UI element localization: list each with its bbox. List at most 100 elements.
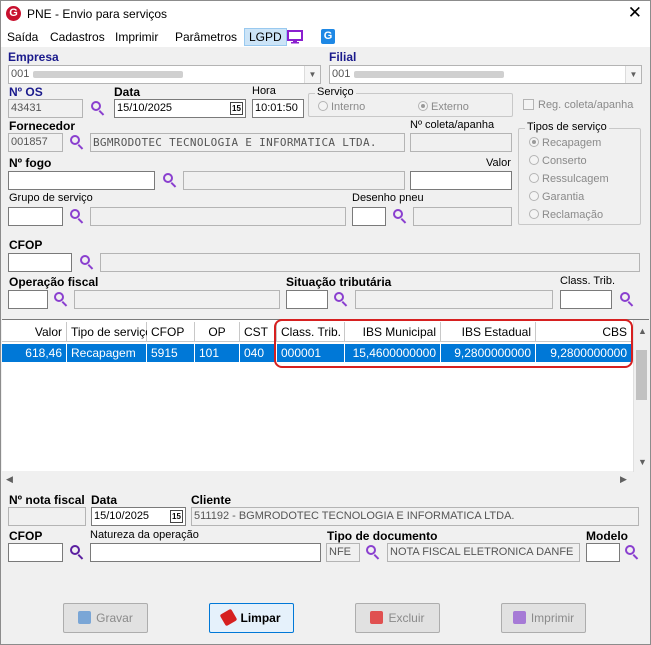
footer-data-field[interactable]: 15/10/2025 15 — [91, 507, 186, 526]
radio-recapagem[interactable]: Recapagem — [529, 137, 601, 149]
col-tipo-servico[interactable]: Tipo de serviço — [67, 322, 152, 342]
reg-coleta-checkbox[interactable]: Reg. coleta/apanha — [523, 99, 633, 111]
col-cfop[interactable]: CFOP — [147, 322, 195, 342]
cfop-field[interactable] — [8, 253, 72, 272]
search-icon[interactable] — [625, 545, 639, 560]
fornecedor-label: Fornecedor — [9, 119, 76, 133]
hora-field[interactable]: 10:01:50 — [252, 99, 304, 118]
search-icon[interactable] — [54, 292, 68, 307]
radio-conserto[interactable]: Conserto — [529, 155, 587, 167]
situacao-field[interactable] — [286, 290, 328, 309]
reg-coleta-label: Reg. coleta/apanha — [538, 99, 634, 111]
data-field[interactable]: 15/10/2025 15 — [114, 99, 246, 118]
tipodoc-code[interactable]: NFE — [326, 543, 360, 562]
tipos-servico-title: Tipos de serviço — [525, 121, 609, 133]
situacao-desc — [355, 290, 553, 309]
radio-circle — [529, 209, 539, 219]
chevron-down-icon[interactable]: ▼ — [625, 66, 641, 83]
empresa-value: 001 — [11, 68, 30, 80]
situacao-label: Situação tributária — [286, 275, 392, 289]
menu-imprimir[interactable]: Imprimir — [115, 30, 158, 44]
grupo-field[interactable] — [8, 207, 63, 226]
tipodoc-desc: NOTA FISCAL ELETRONICA DANFE — [387, 543, 580, 562]
calendar-icon[interactable]: 15 — [230, 102, 243, 115]
gravar-button[interactable]: Gravar — [63, 603, 148, 633]
printer-icon — [512, 611, 526, 624]
scroll-left-icon[interactable]: ◀ — [6, 474, 13, 485]
search-icon[interactable] — [70, 545, 84, 560]
menu-parametros[interactable]: Parâmetros — [175, 30, 237, 44]
col-op[interactable]: OP — [195, 322, 240, 342]
close-icon[interactable]: ✕ — [628, 3, 642, 23]
servico-group-title: Serviço — [315, 86, 356, 98]
brand-g-icon[interactable]: G — [321, 29, 335, 44]
scroll-thumb[interactable] — [636, 350, 647, 400]
grupo-desc — [90, 207, 346, 226]
search-icon[interactable] — [393, 209, 407, 224]
fornecedor-code[interactable]: 001857 — [8, 133, 63, 152]
operacao-field[interactable] — [8, 290, 48, 309]
scroll-up-icon[interactable]: ▲ — [638, 326, 647, 336]
radio-ressulcagem[interactable]: Ressulcagem — [529, 173, 609, 185]
eraser-icon — [220, 608, 238, 627]
excluir-label: Excluir — [388, 611, 425, 625]
highlight-annotation — [274, 319, 633, 368]
classtrib-field[interactable] — [560, 290, 612, 309]
radio-garantia[interactable]: Garantia — [529, 191, 584, 203]
save-icon — [78, 611, 92, 624]
modelo-field[interactable] — [586, 543, 620, 562]
footer-cfop-field[interactable] — [8, 543, 63, 562]
checkbox-box — [523, 99, 534, 110]
radio-reclamacao[interactable]: Reclamação — [529, 209, 603, 221]
search-icon[interactable] — [80, 255, 94, 270]
natureza-field[interactable] — [90, 543, 321, 562]
scroll-down-icon[interactable]: ▼ — [638, 457, 647, 467]
limpar-label: Limpar — [240, 611, 281, 625]
search-icon[interactable] — [163, 173, 177, 188]
ncoleta-field[interactable] — [410, 133, 512, 152]
natureza-label: Natureza da operação — [90, 529, 199, 541]
cell-tipo-servico: Recapagem — [67, 344, 147, 362]
hora-label: Hora — [252, 85, 276, 97]
desenho-field[interactable] — [352, 207, 386, 226]
excluir-button[interactable]: Excluir — [355, 603, 440, 633]
filial-combo[interactable]: 001 ▼ — [329, 65, 642, 84]
col-cst[interactable]: CST — [240, 322, 277, 342]
imprimir-button[interactable]: Imprimir — [501, 603, 586, 633]
data-label: Data — [114, 85, 141, 99]
radio-circle — [529, 155, 539, 165]
search-icon[interactable] — [91, 101, 105, 116]
radio-interno[interactable]: Interno — [318, 101, 365, 113]
vertical-scrollbar[interactable]: ▲ ▼ — [633, 320, 649, 472]
radio-externo[interactable]: Externo — [418, 101, 469, 113]
horizontal-scrollbar[interactable]: ◀ ▶ — [2, 471, 633, 487]
os-field[interactable]: 43431 — [8, 99, 83, 118]
fogo-field[interactable] — [8, 171, 155, 190]
menu-lgpd[interactable]: LGPD — [244, 28, 287, 46]
radio-label: Ressulcagem — [542, 173, 609, 185]
monitor-icon[interactable] — [287, 30, 303, 44]
classtrib-label: Class. Trib. — [560, 275, 616, 287]
search-icon[interactable] — [70, 209, 84, 224]
col-valor[interactable]: Valor — [2, 322, 67, 342]
fogo-desc — [183, 171, 405, 190]
scroll-right-icon[interactable]: ▶ — [620, 474, 627, 485]
empresa-combo[interactable]: 001 ▼ — [8, 65, 321, 84]
empresa-redacted — [33, 70, 184, 78]
valor-field[interactable] — [410, 171, 512, 190]
desenho-desc — [413, 207, 512, 226]
fornecedor-name: BGMRODOTEC TECNOLOGIA E INFORMATICA LTDA… — [90, 133, 405, 152]
search-icon[interactable] — [366, 545, 380, 560]
search-icon[interactable] — [620, 292, 634, 307]
nota-field[interactable] — [8, 507, 86, 526]
search-icon[interactable] — [70, 135, 84, 150]
cell-op: 101 — [195, 344, 240, 362]
calendar-icon[interactable]: 15 — [170, 510, 183, 523]
chevron-down-icon[interactable]: ▼ — [304, 66, 320, 83]
menu-saida[interactable]: Saída — [7, 30, 38, 44]
cell-cfop: 5915 — [147, 344, 195, 362]
search-icon[interactable] — [334, 292, 348, 307]
valor-label: Valor — [486, 157, 511, 169]
menu-cadastros[interactable]: Cadastros — [50, 30, 105, 44]
limpar-button[interactable]: Limpar — [209, 603, 294, 633]
